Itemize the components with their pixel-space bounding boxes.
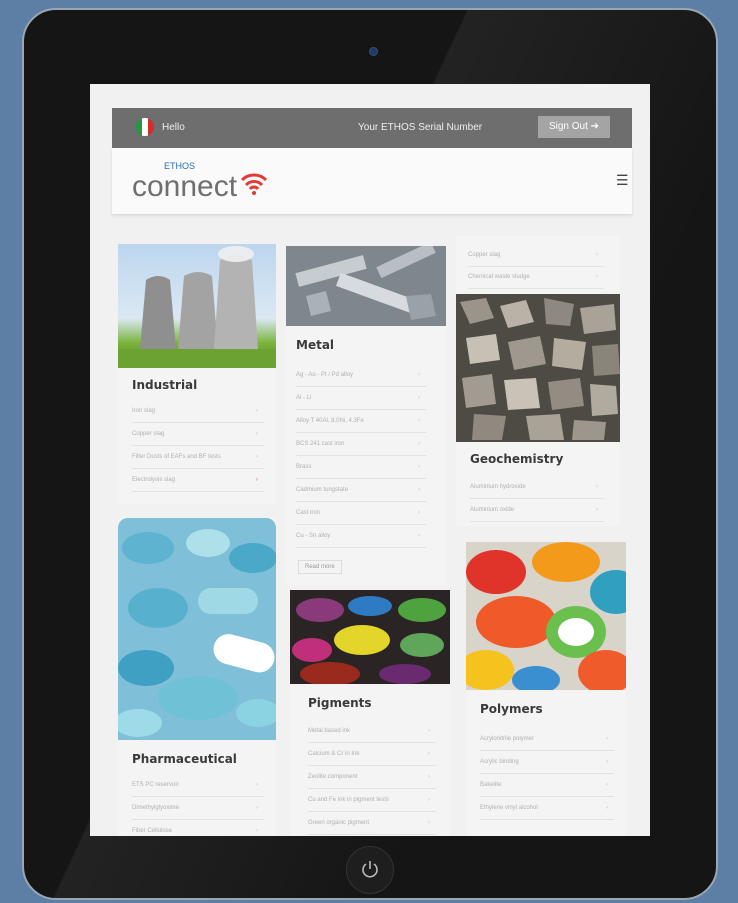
chevron-right-icon: ›	[606, 736, 608, 742]
sign-out-label: Sign Out	[548, 121, 588, 132]
hello-text: Hello	[162, 122, 185, 133]
chevron-right-icon: ›	[606, 759, 608, 765]
pigments-image	[290, 590, 450, 684]
category-title: Metal	[296, 338, 335, 352]
chevron-right-icon: ›	[596, 484, 598, 490]
chevron-right-icon: ›	[596, 274, 598, 280]
list-item[interactable]: Chemical waste sludge ›	[468, 266, 604, 289]
chevron-right-icon: ›	[256, 828, 258, 834]
logo-connect[interactable]: connect	[132, 170, 237, 204]
chevron-right-icon: ›	[418, 372, 420, 378]
category-title: Industrial	[132, 378, 198, 392]
list-item[interactable]: Acrylic binding ›	[480, 751, 614, 774]
list-item[interactable]: Cu - Sn alloy ›	[296, 525, 426, 548]
category-title: Pigments	[308, 696, 372, 710]
chevron-right-icon: ›	[606, 805, 608, 811]
list-item[interactable]: Copper slag ›	[132, 423, 264, 446]
card-polymers: Polymers Acrylonitrile polymer › Acrylic …	[466, 542, 626, 836]
industrial-image	[118, 244, 276, 368]
list-item[interactable]: Ag - Au - Pt / Pd alloy ›	[296, 364, 426, 387]
list-item[interactable]: Copper slag ›	[468, 244, 604, 267]
chevron-right-icon: ›	[428, 728, 430, 734]
list-item[interactable]: Brass ›	[296, 456, 426, 479]
category-title: Geochemistry	[470, 452, 564, 466]
chevron-right-icon: ›	[428, 774, 430, 780]
chevron-right-icon: ›	[418, 441, 420, 447]
header: ETHOS connect ☰	[112, 148, 632, 214]
list-item[interactable]: Iron slag ›	[132, 400, 264, 423]
card-pigments: Pigments Metal based ink › Calcium & Cr i…	[290, 590, 450, 836]
list-item[interactable]: BCS 241 cast iron ›	[296, 433, 426, 456]
sign-out-button[interactable]: Sign Out ➔	[538, 116, 610, 138]
read-more-button[interactable]: Read more	[298, 560, 342, 574]
wifi-icon	[240, 173, 268, 195]
list-item[interactable]: Bakelite ›	[480, 774, 614, 797]
list-item[interactable]: Electrolysis slag ›	[132, 469, 264, 492]
list-item[interactable]: Cast iron ›	[296, 502, 426, 525]
chevron-right-icon: ›	[256, 431, 258, 437]
list-item[interactable]: Cu and Fe ink in pigment tests ›	[308, 789, 436, 812]
chevron-right-icon: ›	[418, 510, 420, 516]
chevron-right-icon: ›	[606, 782, 608, 788]
card-geochemistry: Copper slag › Chemical waste sludge › Ge…	[456, 236, 620, 526]
screen: Hello Your ETHOS Serial Number Sign Out …	[90, 84, 650, 836]
chevron-right-icon: ›	[428, 820, 430, 826]
card-industrial: Industrial Iron slag › Copper slag › Filte…	[118, 244, 276, 504]
list-item[interactable]: Al - Li ›	[296, 387, 426, 410]
list-item[interactable]: Alloy T 40Al, 8.0Ni, 4.3Fe ›	[296, 410, 426, 433]
metal-image	[286, 246, 446, 326]
hamburger-icon[interactable]: ☰	[616, 172, 629, 189]
home-button[interactable]	[346, 846, 394, 894]
list-item[interactable]: Metal based ink ›	[308, 720, 436, 743]
card-pharmaceutical: Pharmaceutical ETS PC reservoir › Dimethy…	[118, 518, 276, 836]
card-metal: Metal Ag - Au - Pt / Pd alloy › Al - Li › …	[286, 246, 446, 586]
category-title: Polymers	[480, 702, 543, 716]
chevron-right-icon: ›	[418, 487, 420, 493]
chevron-right-icon: ›	[418, 533, 420, 539]
list-item[interactable]: Dimethylglyoxime ›	[132, 797, 264, 820]
category-title: Pharmaceutical	[132, 752, 237, 766]
chevron-right-icon: ›	[256, 782, 258, 788]
power-icon	[362, 861, 378, 878]
chevron-right-icon: ›	[596, 252, 598, 258]
chevron-right-icon: ›	[256, 408, 258, 414]
camera-icon	[369, 47, 378, 56]
list-item[interactable]: Green organic pigment ›	[308, 812, 436, 835]
list-item[interactable]: Zeolite component ›	[308, 766, 436, 789]
list-item[interactable]: Acrylonitrile polymer ›	[480, 728, 614, 751]
chevron-right-icon: ›	[256, 454, 258, 460]
chevron-right-icon: ›	[428, 797, 430, 803]
tablet-frame: Hello Your ETHOS Serial Number Sign Out …	[22, 8, 718, 900]
chevron-right-icon: ›	[256, 805, 258, 811]
chevron-right-icon: ›	[418, 395, 420, 401]
top-bar: Hello Your ETHOS Serial Number Sign Out …	[112, 108, 632, 148]
list-item[interactable]: Ethylene vinyl alcohol ›	[480, 797, 614, 820]
pharmaceutical-image	[118, 518, 276, 740]
arrow-right-icon: ➔	[590, 121, 600, 132]
chevron-right-icon: ›	[596, 507, 598, 513]
list-item[interactable]: Filter Dusts of EAFs and BF tests ›	[132, 446, 264, 469]
list-item[interactable]: ETS PC reservoir ›	[132, 774, 264, 797]
list-item[interactable]: Aluminium hydroxide ›	[470, 476, 604, 499]
italy-flag-icon[interactable]	[136, 118, 154, 136]
chevron-right-icon: ›	[428, 751, 430, 757]
list-item[interactable]: Cadmium tungstate ›	[296, 479, 426, 502]
geochemistry-image	[456, 294, 620, 442]
polymers-image	[466, 542, 626, 690]
chevron-right-icon: ›	[256, 477, 258, 483]
chevron-right-icon: ›	[418, 464, 420, 470]
list-item[interactable]: Aluminium oxide ›	[470, 499, 604, 522]
list-item[interactable]: Fiber Cellulose ›	[132, 820, 264, 836]
serial-number-label: Your ETHOS Serial Number	[358, 122, 483, 133]
chevron-right-icon: ›	[418, 418, 420, 424]
list-item[interactable]: Calcium & Cr in Ink ›	[308, 743, 436, 766]
